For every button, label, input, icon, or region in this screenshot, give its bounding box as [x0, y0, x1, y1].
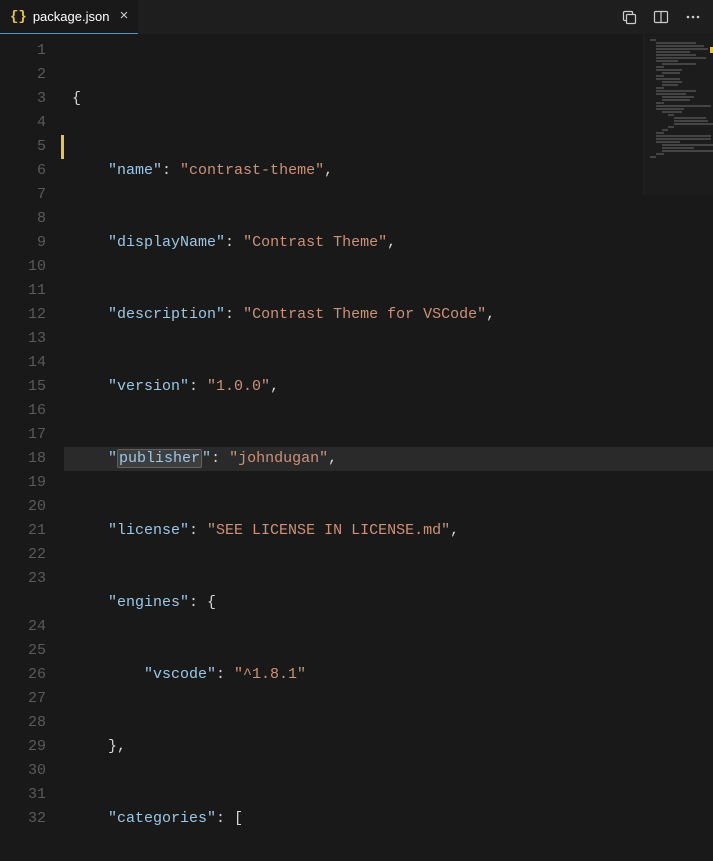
json-file-icon: {} — [10, 9, 27, 25]
line-number: 19 — [0, 471, 46, 495]
code-line: "categories": [ — [72, 807, 713, 831]
line-number: 31 — [0, 783, 46, 807]
line-number: 32 — [0, 807, 46, 831]
editor[interactable]: 1234567891011121314151617181920212223242… — [0, 35, 713, 861]
line-number: 7 — [0, 183, 46, 207]
line-number: 24 — [0, 615, 46, 639]
line-number: 27 — [0, 687, 46, 711]
tabs-left: {} package.json × — [0, 0, 138, 34]
line-number-gutter: 1234567891011121314151617181920212223242… — [0, 35, 64, 861]
code-line: "displayName": "Contrast Theme", — [72, 231, 713, 255]
line-number: 3 — [0, 87, 46, 111]
line-number: 5 — [0, 135, 46, 159]
minimap[interactable] — [643, 35, 713, 195]
line-number: 9 — [0, 231, 46, 255]
line-number: 26 — [0, 663, 46, 687]
line-number: 8 — [0, 207, 46, 231]
code-line: "name": "contrast-theme", — [72, 159, 713, 183]
line-number: 2 — [0, 63, 46, 87]
split-editor-icon[interactable] — [653, 9, 669, 25]
more-actions-icon[interactable] — [685, 9, 701, 25]
line-number: 21 — [0, 519, 46, 543]
line-number: 10 — [0, 255, 46, 279]
code-line: "description": "Contrast Theme for VSCod… — [72, 303, 713, 327]
line-number: 1 — [0, 39, 46, 63]
line-number: 12 — [0, 303, 46, 327]
line-number: 20 — [0, 495, 46, 519]
cursor-selection: publisher — [117, 449, 202, 468]
close-icon[interactable]: × — [119, 8, 128, 25]
line-number: 14 — [0, 351, 46, 375]
code-line: }, — [72, 735, 713, 759]
tabs-bar: {} package.json × — [0, 0, 713, 35]
line-number: 15 — [0, 375, 46, 399]
find-icon[interactable] — [621, 9, 637, 25]
line-number: 4 — [0, 111, 46, 135]
tabs-actions — [621, 9, 713, 25]
line-number: 11 — [0, 279, 46, 303]
code-line: "license": "SEE LICENSE IN LICENSE.md", — [72, 519, 713, 543]
line-number: 28 — [0, 711, 46, 735]
line-number: 16 — [0, 399, 46, 423]
code-line-active: "publisher": "johndugan", — [64, 447, 713, 471]
code-area[interactable]: { "name": "contrast-theme", "displayName… — [64, 35, 713, 861]
line-number: 22 — [0, 543, 46, 567]
line-number: 6 — [0, 159, 46, 183]
line-number: 30 — [0, 759, 46, 783]
tab-label: package.json — [33, 9, 110, 24]
line-number: 18 — [0, 447, 46, 471]
code-line: "engines": { — [72, 591, 713, 615]
line-number: 25 — [0, 639, 46, 663]
code-line: "version": "1.0.0", — [72, 375, 713, 399]
tab-package-json[interactable]: {} package.json × — [0, 0, 138, 34]
line-number: 13 — [0, 327, 46, 351]
code-line: "vscode": "^1.8.1" — [72, 663, 713, 687]
code-line: { — [72, 87, 713, 111]
line-number: 17 — [0, 423, 46, 447]
line-number: 23 — [0, 567, 46, 615]
line-number: 29 — [0, 735, 46, 759]
